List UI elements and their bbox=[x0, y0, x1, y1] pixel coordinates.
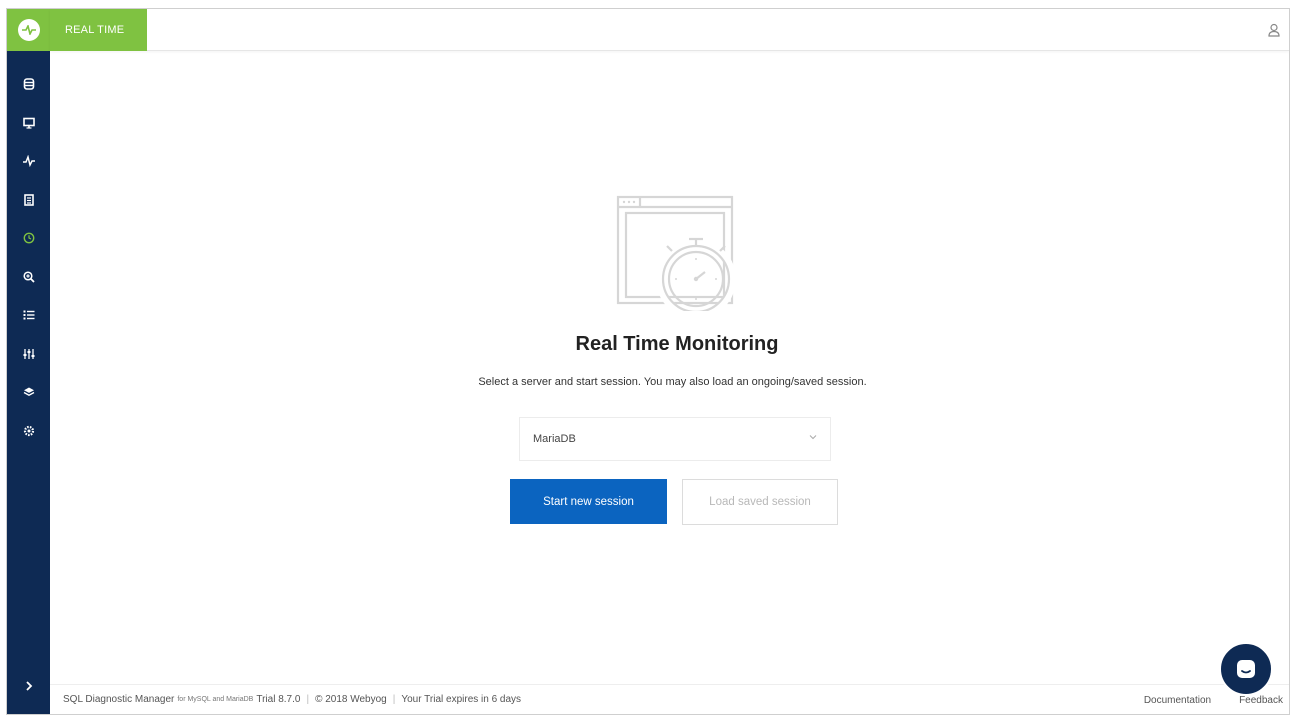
footer-product: SQL Diagnostic Manager bbox=[63, 694, 175, 705]
footer-copyright: © 2018 Webyog bbox=[315, 694, 387, 705]
sidebar-item-reports[interactable] bbox=[7, 181, 50, 220]
report-icon bbox=[23, 193, 34, 206]
layers-icon bbox=[23, 387, 34, 397]
sidebar-item-list[interactable] bbox=[7, 296, 50, 335]
sidebar-item-activity[interactable] bbox=[7, 142, 50, 181]
server-select[interactable]: MariaDB bbox=[519, 417, 831, 461]
chat-launcher-button[interactable] bbox=[1219, 642, 1273, 696]
footer-trial-notice: Your Trial expires in 6 days bbox=[401, 694, 522, 705]
settings-icon bbox=[23, 425, 34, 436]
chevron-down-icon bbox=[809, 435, 817, 440]
footer-divider: | bbox=[392, 694, 396, 705]
footer-version: Trial 8.7.0 bbox=[256, 694, 301, 705]
sidebar-item-settings[interactable] bbox=[7, 412, 50, 451]
clock-icon bbox=[23, 232, 34, 244]
app-window: REAL TIME Real Time Monitoring Select a … bbox=[6, 8, 1290, 715]
zoom-in-icon bbox=[22, 271, 35, 283]
main-content: Real Time Monitoring Select a server and… bbox=[50, 51, 1289, 684]
sidebar-item-query-analyzer[interactable] bbox=[7, 258, 50, 297]
top-bar: REAL TIME bbox=[50, 9, 1289, 51]
page-title: Real Time Monitoring bbox=[575, 333, 779, 355]
sidebar-nav bbox=[7, 65, 50, 450]
pulse-logo-icon bbox=[17, 19, 40, 41]
load-saved-session-button[interactable]: Load saved session bbox=[682, 479, 838, 525]
list-icon bbox=[23, 310, 34, 320]
start-new-session-button[interactable]: Start new session bbox=[510, 479, 667, 524]
documentation-link[interactable]: Documentation bbox=[1144, 695, 1211, 706]
sidebar-item-database[interactable] bbox=[7, 65, 50, 104]
chat-icon bbox=[1237, 660, 1255, 678]
tab-real-time-label: REAL TIME bbox=[65, 24, 125, 36]
app-logo[interactable] bbox=[7, 9, 50, 51]
stopwatch-window-illustration-icon bbox=[616, 195, 736, 311]
sidebar-item-monitor[interactable] bbox=[7, 104, 50, 143]
sidebar-item-real-time[interactable] bbox=[7, 219, 50, 258]
monitor-icon bbox=[22, 117, 35, 129]
feedback-link[interactable]: Feedback bbox=[1239, 695, 1283, 706]
tab-real-time[interactable]: REAL TIME bbox=[50, 9, 147, 51]
database-icon bbox=[23, 78, 34, 91]
user-icon[interactable] bbox=[1267, 23, 1283, 39]
server-select-value: MariaDB bbox=[533, 433, 576, 445]
sidebar-item-settings-sliders[interactable] bbox=[7, 335, 50, 374]
footer: SQL Diagnostic Manager for MySQL and Mar… bbox=[50, 684, 1289, 714]
sliders-icon bbox=[23, 348, 34, 359]
chevron-right-icon bbox=[25, 681, 32, 691]
activity-icon bbox=[22, 155, 35, 168]
footer-divider: | bbox=[306, 694, 310, 705]
page-subtitle: Select a server and start session. You m… bbox=[478, 376, 867, 388]
sidebar-expand-button[interactable] bbox=[7, 674, 50, 698]
sidebar bbox=[7, 9, 50, 714]
sidebar-item-layers[interactable] bbox=[7, 373, 50, 412]
footer-links: Documentation Feedback bbox=[1144, 685, 1289, 714]
footer-product-suffix: for MySQL and MariaDB bbox=[177, 696, 254, 703]
